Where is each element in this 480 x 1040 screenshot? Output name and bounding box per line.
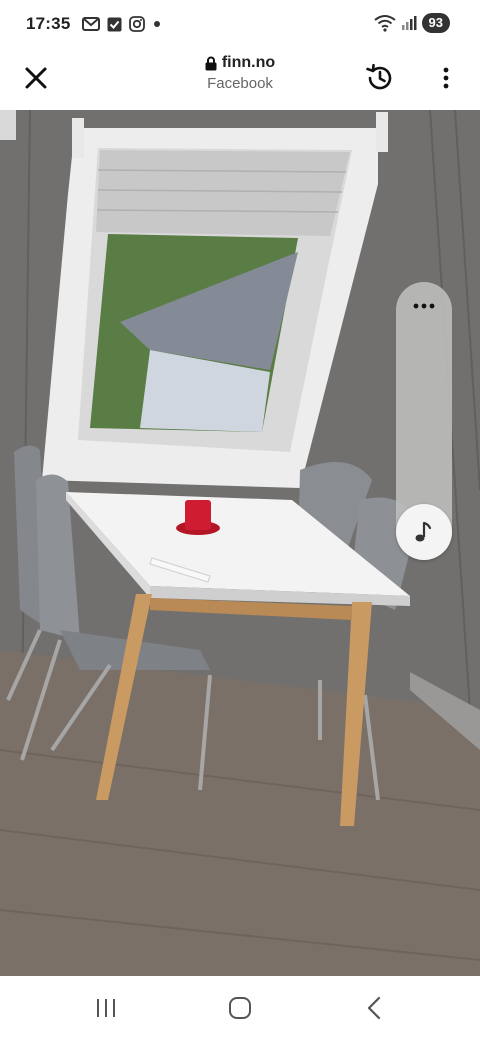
more-vertical-icon [443, 67, 449, 89]
history-icon [366, 63, 392, 90]
status-time: 17:35 [26, 14, 71, 33]
checkbox-icon [107, 17, 122, 31]
home-button[interactable] [218, 988, 262, 1028]
recent-apps-button[interactable] [84, 988, 128, 1028]
navigation-bar [0, 976, 480, 1040]
url-line: finn.no [140, 54, 340, 72]
home-icon [229, 997, 251, 1019]
more-options-button[interactable] [434, 60, 458, 96]
music-button[interactable] [396, 504, 452, 560]
history-button[interactable] [360, 58, 400, 98]
battery-indicator: 93 [421, 13, 450, 33]
dot-icon [154, 21, 161, 27]
back-icon [367, 996, 381, 1020]
more-horizontal-icon [413, 303, 435, 309]
close-icon [25, 67, 47, 89]
browser-header: finn.no Facebook [0, 48, 480, 110]
music-note-icon [415, 521, 432, 542]
wifi-icon [373, 15, 396, 32]
status-bar: 17:35 93 [0, 0, 480, 48]
status-right: 93 [373, 13, 450, 33]
signal-icon [401, 16, 417, 30]
side-more-button[interactable] [396, 290, 452, 322]
gmail-icon [82, 17, 101, 31]
url-block[interactable]: finn.no Facebook [140, 54, 340, 92]
back-button[interactable] [352, 988, 396, 1028]
page-domain: finn.no [221, 54, 276, 71]
recent-apps-icon [97, 999, 115, 1017]
instagram-icon [129, 16, 146, 32]
notification-icons [82, 16, 162, 32]
close-button[interactable] [18, 60, 54, 96]
source-label: Facebook [207, 75, 273, 92]
lock-icon [205, 56, 217, 70]
